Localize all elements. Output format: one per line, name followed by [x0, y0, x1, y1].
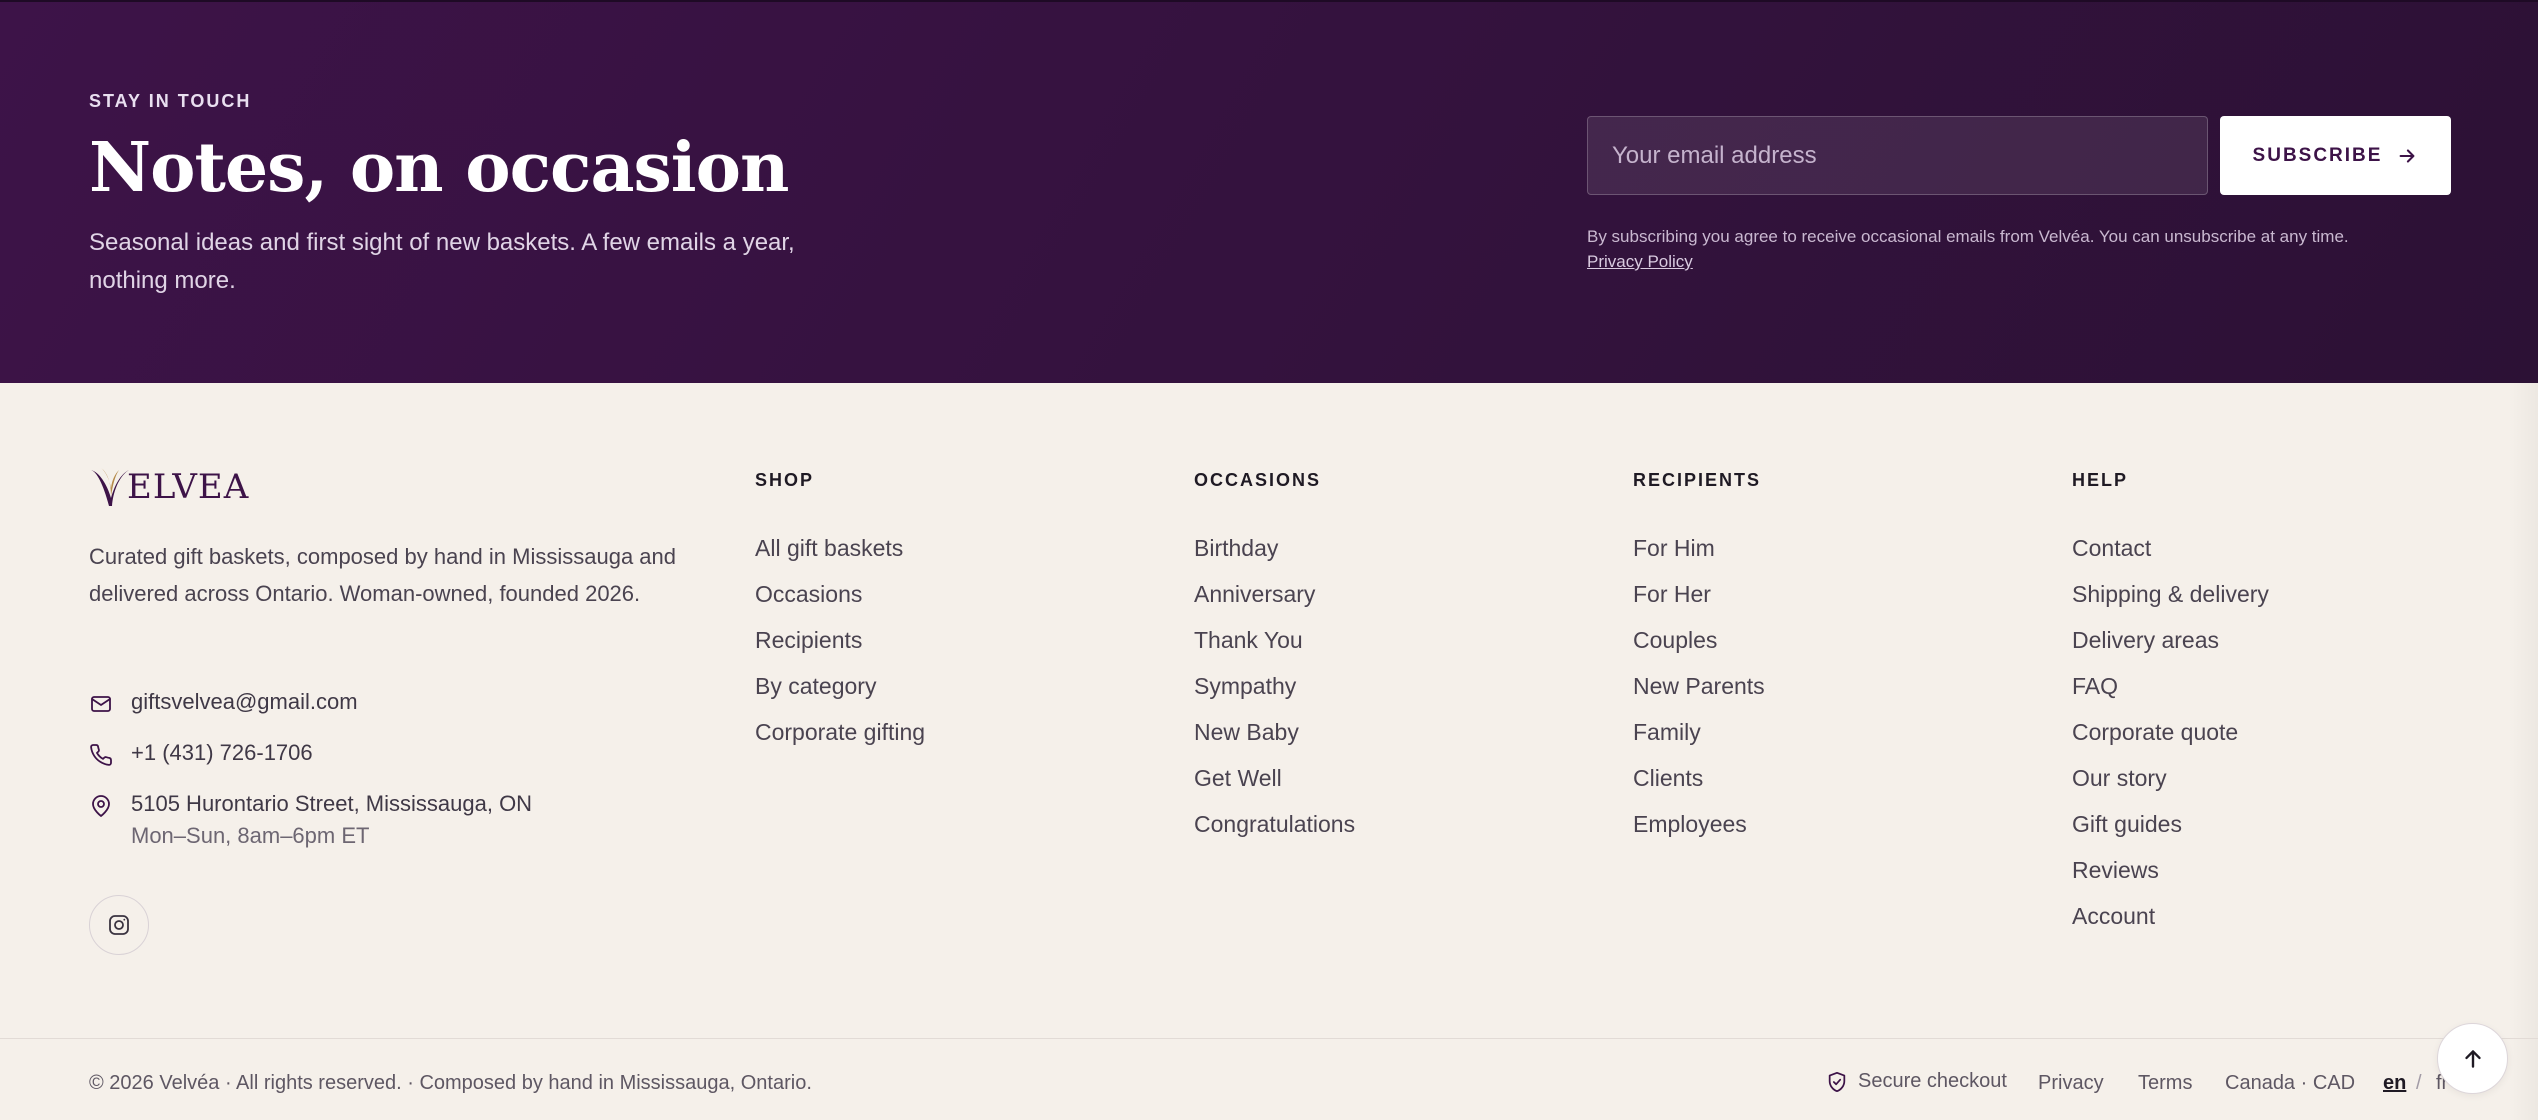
instagram-button[interactable]: [89, 895, 149, 955]
footer-column-occasions: OCCASIONS Birthday Anniversary Thank You…: [1194, 470, 1355, 858]
column-heading: OCCASIONS: [1194, 470, 1322, 490]
footer-link[interactable]: Delivery areas: [2072, 617, 2269, 663]
privacy-link[interactable]: Privacy: [2038, 1072, 2104, 1095]
footer-link[interactable]: Account: [2072, 893, 2269, 939]
footer-link[interactable]: Get Well: [1194, 755, 1355, 801]
footer-link[interactable]: By category: [755, 663, 925, 709]
footer-link[interactable]: Birthday: [1194, 525, 1355, 571]
footer-link[interactable]: Family: [1633, 709, 1765, 755]
footer-link[interactable]: Gift guides: [2072, 801, 2269, 847]
velvea-logo-mark: [91, 468, 129, 506]
footer-link[interactable]: Clients: [1633, 755, 1765, 801]
back-to-top-button[interactable]: [2437, 1023, 2508, 1094]
page-edge-shadow: [2508, 383, 2538, 1120]
column-heading: HELP: [2072, 470, 2129, 490]
footer-link[interactable]: Anniversary: [1194, 571, 1355, 617]
subscribe-legal: By subscribing you agree to receive occa…: [1587, 224, 2487, 274]
footer-column-help: HELP Contact Shipping & delivery Deliver…: [2072, 470, 2269, 950]
newsletter-title: Notes, on occasion: [89, 128, 789, 208]
language-en[interactable]: en: [2383, 1072, 2406, 1095]
logo-wordmark: ELVEA: [127, 467, 250, 507]
footer-link[interactable]: New Parents: [1633, 663, 1765, 709]
instagram-icon: [109, 915, 129, 935]
footer-link[interactable]: Our story: [2072, 755, 2269, 801]
column-heading: RECIPIENTS: [1633, 470, 1762, 490]
hours-text: Mon–Sun, 8am–6pm ET: [131, 823, 370, 848]
footer-link[interactable]: Sympathy: [1194, 663, 1355, 709]
address-text: 5105 Hurontario Street, Mississauga, ON: [131, 791, 533, 816]
footer-link[interactable]: For Him: [1633, 525, 1765, 571]
contact-phone[interactable]: +1 (431) 726-1706: [89, 740, 313, 767]
map-pin-icon: [92, 795, 110, 817]
footer-column-recipients: RECIPIENTS For Him For Her Couples New P…: [1633, 470, 1765, 858]
privacy-policy-link[interactable]: Privacy Policy: [1587, 252, 1693, 271]
footer-link[interactable]: Corporate gifting: [755, 709, 925, 755]
footer-link[interactable]: Occasions: [755, 571, 925, 617]
secure-checkout: Secure checkout: [1826, 1070, 2007, 1093]
footer-link[interactable]: Congratulations: [1194, 801, 1355, 847]
contact-address: 5105 Hurontario Street, Mississauga, ON …: [89, 791, 532, 849]
shield-check-icon: [1828, 1071, 1846, 1092]
phone-icon: [90, 744, 112, 766]
footer-column-shop: SHOP All gift baskets Occasions Recipien…: [755, 470, 925, 766]
footer-link[interactable]: New Baby: [1194, 709, 1355, 755]
newsletter-section: STAY IN TOUCH Notes, on occasion Seasona…: [0, 0, 2538, 383]
footer-link[interactable]: For Her: [1633, 571, 1765, 617]
subscribe-button[interactable]: SUBSCRIBE: [2220, 116, 2451, 195]
newsletter-description: Seasonal ideas and first sight of new ba…: [89, 229, 795, 294]
footer-divider: [0, 1038, 2538, 1039]
arrow-right-icon: [2400, 148, 2415, 163]
velvea-logo[interactable]: ELVEA: [89, 462, 249, 512]
footer-link[interactable]: Reviews: [2072, 847, 2269, 893]
region-selector[interactable]: Canada · CAD: [2225, 1072, 2355, 1095]
newsletter-eyebrow: STAY IN TOUCH: [89, 91, 252, 111]
brand-about: Curated gift baskets, composed by hand i…: [89, 544, 676, 606]
secure-checkout-label: Secure checkout: [1858, 1070, 2007, 1092]
footer-link[interactable]: Corporate quote: [2072, 709, 2269, 755]
footer-link[interactable]: FAQ: [2072, 663, 2269, 709]
footer-link[interactable]: All gift baskets: [755, 525, 925, 571]
subscribe-label: SUBSCRIBE: [2252, 144, 2383, 166]
footer-link[interactable]: Thank You: [1194, 617, 1355, 663]
language-separator: /: [2416, 1072, 2422, 1094]
copyright-text: © 2026 Velvéa · All rights reserved. · C…: [89, 1072, 812, 1094]
contact-email[interactable]: giftsvelvea@gmail.com: [89, 689, 358, 716]
mail-icon: [91, 696, 111, 712]
email-input[interactable]: [1587, 116, 2208, 195]
column-heading: SHOP: [755, 470, 815, 490]
arrow-up-icon: [2464, 1049, 2481, 1068]
footer-link[interactable]: Contact: [2072, 525, 2269, 571]
terms-link[interactable]: Terms: [2138, 1072, 2192, 1095]
footer-link[interactable]: Employees: [1633, 801, 1765, 847]
footer-link[interactable]: Recipients: [755, 617, 925, 663]
phone-text: +1 (431) 726-1706: [131, 740, 313, 765]
legal-text: By subscribing you agree to receive occa…: [1587, 227, 2349, 246]
footer-link[interactable]: Couples: [1633, 617, 1765, 663]
footer-link[interactable]: Shipping & delivery: [2072, 571, 2269, 617]
email-text: giftsvelvea@gmail.com: [131, 689, 358, 714]
